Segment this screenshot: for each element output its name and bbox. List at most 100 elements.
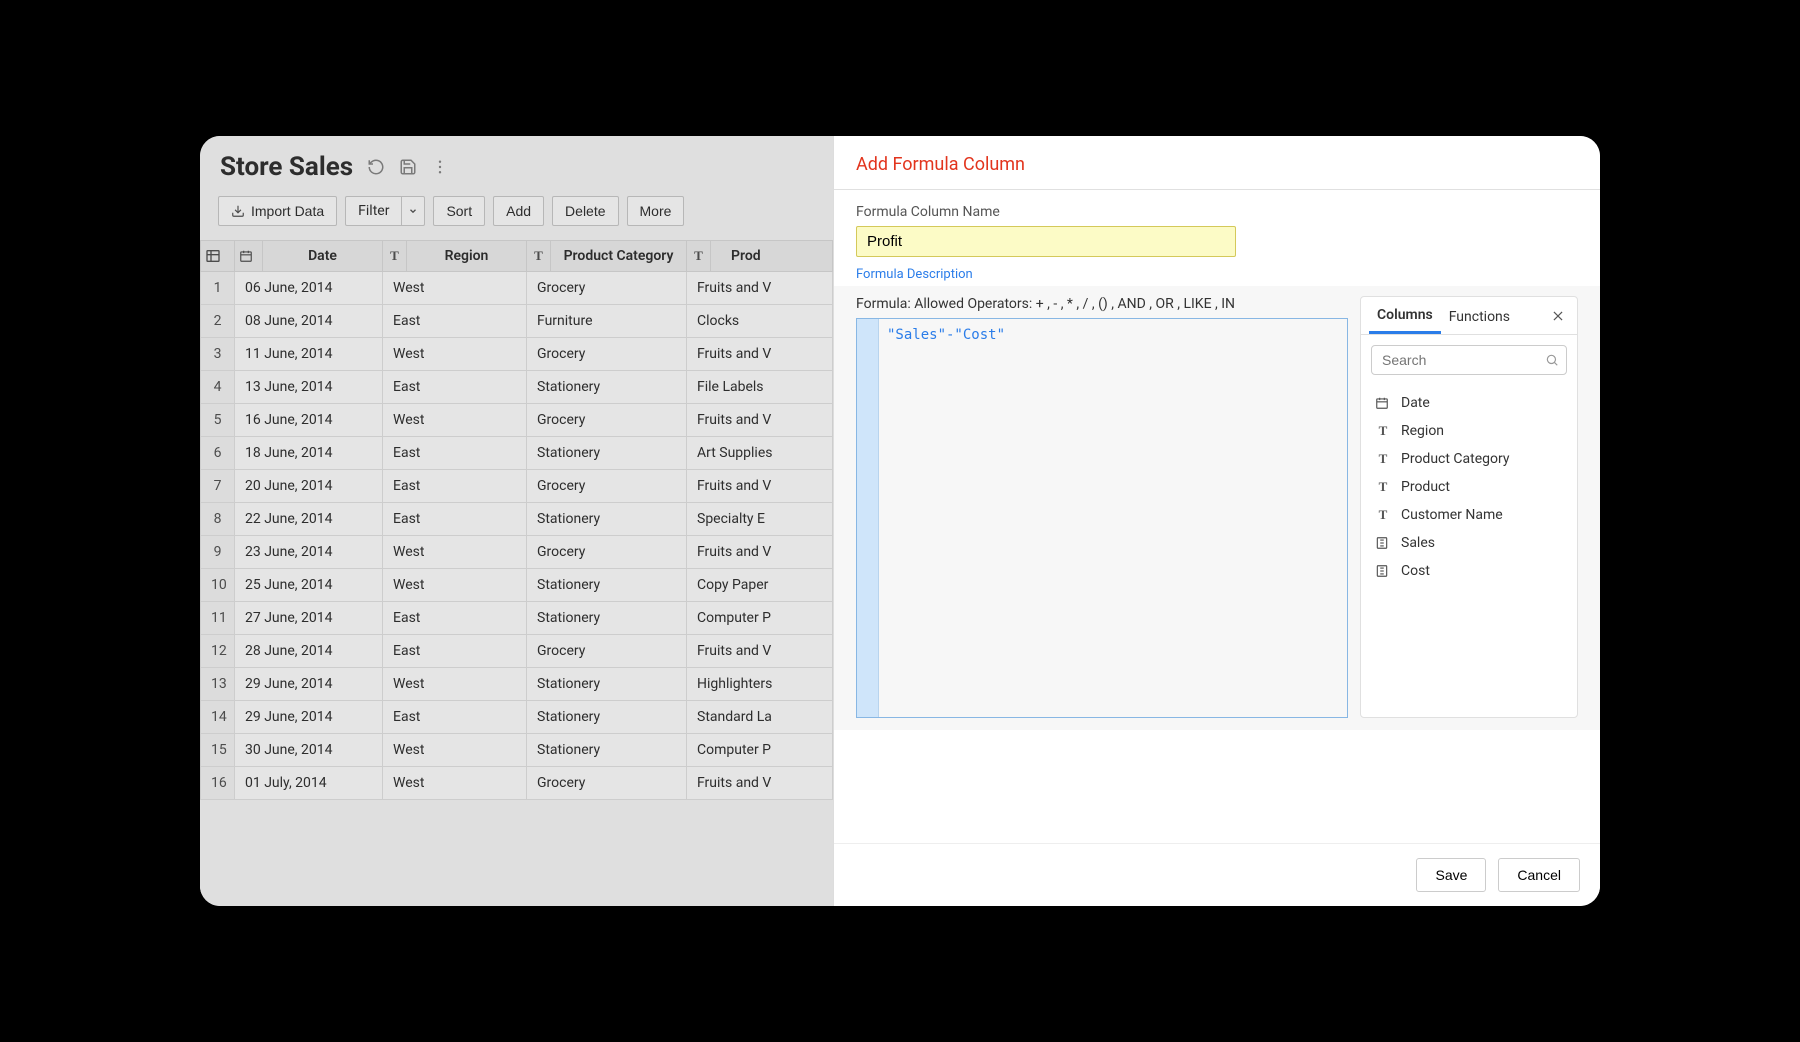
- formula-editor[interactable]: "Sales"-"Cost": [856, 318, 1348, 718]
- more-button[interactable]: More: [627, 196, 685, 226]
- cell-product[interactable]: Standard La: [687, 701, 833, 734]
- cell-category[interactable]: Stationery: [527, 734, 687, 767]
- cell-category[interactable]: Grocery: [527, 272, 687, 305]
- table-row[interactable]: 208 June, 2014EastFurnitureClocks: [201, 305, 833, 338]
- table-row[interactable]: 1228 June, 2014EastGroceryFruits and V: [201, 635, 833, 668]
- formula-description-link[interactable]: Formula Description: [856, 267, 973, 282]
- cell-category[interactable]: Grocery: [527, 338, 687, 371]
- table-row[interactable]: 311 June, 2014WestGroceryFruits and V: [201, 338, 833, 371]
- cell-category[interactable]: Stationery: [527, 602, 687, 635]
- cell-category[interactable]: Grocery: [527, 635, 687, 668]
- refresh-icon[interactable]: [367, 158, 385, 176]
- add-button[interactable]: Add: [493, 196, 544, 226]
- cell-date[interactable]: 25 June, 2014: [235, 569, 383, 602]
- cancel-button[interactable]: Cancel: [1498, 858, 1580, 892]
- cell-product[interactable]: Fruits and V: [687, 635, 833, 668]
- table-row[interactable]: 1601 July, 2014WestGroceryFruits and V: [201, 767, 833, 800]
- table-row[interactable]: 1429 June, 2014EastStationeryStandard La: [201, 701, 833, 734]
- cell-date[interactable]: 23 June, 2014: [235, 536, 383, 569]
- cell-region[interactable]: East: [383, 503, 527, 536]
- cell-region[interactable]: West: [383, 569, 527, 602]
- cell-category[interactable]: Stationery: [527, 668, 687, 701]
- column-item[interactable]: Sales: [1365, 529, 1573, 557]
- cell-region[interactable]: West: [383, 668, 527, 701]
- close-icon[interactable]: [1547, 305, 1569, 327]
- cell-region[interactable]: East: [383, 701, 527, 734]
- cell-date[interactable]: 22 June, 2014: [235, 503, 383, 536]
- column-item[interactable]: Cost: [1365, 557, 1573, 585]
- cell-date[interactable]: 30 June, 2014: [235, 734, 383, 767]
- cell-date[interactable]: 29 June, 2014: [235, 668, 383, 701]
- cell-region[interactable]: East: [383, 602, 527, 635]
- cell-product[interactable]: Highlighters: [687, 668, 833, 701]
- import-data-button[interactable]: Import Data: [218, 196, 337, 226]
- cell-date[interactable]: 16 June, 2014: [235, 404, 383, 437]
- table-row[interactable]: 516 June, 2014WestGroceryFruits and V: [201, 404, 833, 437]
- col-header-date[interactable]: Date: [263, 241, 383, 272]
- cell-category[interactable]: Stationery: [527, 569, 687, 602]
- col-header-product[interactable]: Prod: [711, 241, 833, 272]
- cell-category[interactable]: Grocery: [527, 404, 687, 437]
- table-row[interactable]: 822 June, 2014EastStationerySpecialty E: [201, 503, 833, 536]
- table-row[interactable]: 1127 June, 2014EastStationeryComputer P: [201, 602, 833, 635]
- cell-date[interactable]: 29 June, 2014: [235, 701, 383, 734]
- table-row[interactable]: 720 June, 2014EastGroceryFruits and V: [201, 470, 833, 503]
- cell-category[interactable]: Stationery: [527, 437, 687, 470]
- cell-category[interactable]: Stationery: [527, 371, 687, 404]
- cell-date[interactable]: 06 June, 2014: [235, 272, 383, 305]
- cell-category[interactable]: Grocery: [527, 767, 687, 800]
- delete-button[interactable]: Delete: [552, 196, 618, 226]
- cell-region[interactable]: East: [383, 635, 527, 668]
- cell-category[interactable]: Stationery: [527, 503, 687, 536]
- cell-date[interactable]: 28 June, 2014: [235, 635, 383, 668]
- table-row[interactable]: 923 June, 2014WestGroceryFruits and V: [201, 536, 833, 569]
- cell-product[interactable]: Clocks: [687, 305, 833, 338]
- cell-date[interactable]: 11 June, 2014: [235, 338, 383, 371]
- cell-region[interactable]: East: [383, 371, 527, 404]
- cell-category[interactable]: Furniture: [527, 305, 687, 338]
- cell-product[interactable]: Fruits and V: [687, 404, 833, 437]
- cell-category[interactable]: Grocery: [527, 536, 687, 569]
- cell-product[interactable]: Art Supplies: [687, 437, 833, 470]
- column-item[interactable]: TRegion: [1365, 417, 1573, 445]
- cell-product[interactable]: Computer P: [687, 602, 833, 635]
- tab-functions[interactable]: Functions: [1441, 299, 1518, 333]
- cell-product[interactable]: Fruits and V: [687, 470, 833, 503]
- cell-category[interactable]: Grocery: [527, 470, 687, 503]
- formula-name-input[interactable]: [856, 226, 1236, 257]
- filter-button[interactable]: Filter: [345, 196, 425, 226]
- cell-date[interactable]: 13 June, 2014: [235, 371, 383, 404]
- cell-date[interactable]: 08 June, 2014: [235, 305, 383, 338]
- cell-region[interactable]: West: [383, 767, 527, 800]
- cell-region[interactable]: West: [383, 734, 527, 767]
- cell-product[interactable]: Fruits and V: [687, 767, 833, 800]
- cell-product[interactable]: Fruits and V: [687, 272, 833, 305]
- save-icon[interactable]: [399, 158, 417, 176]
- chevron-down-icon[interactable]: [402, 197, 424, 225]
- cell-date[interactable]: 27 June, 2014: [235, 602, 383, 635]
- column-item[interactable]: TProduct: [1365, 473, 1573, 501]
- cell-region[interactable]: West: [383, 272, 527, 305]
- cell-date[interactable]: 18 June, 2014: [235, 437, 383, 470]
- cell-region[interactable]: West: [383, 338, 527, 371]
- column-item[interactable]: TCustomer Name: [1365, 501, 1573, 529]
- more-icon[interactable]: [431, 158, 449, 176]
- cell-region[interactable]: West: [383, 536, 527, 569]
- cell-region[interactable]: West: [383, 404, 527, 437]
- col-header-region[interactable]: Region: [407, 241, 527, 272]
- formula-text[interactable]: "Sales"-"Cost": [879, 319, 1347, 717]
- cell-product[interactable]: Computer P: [687, 734, 833, 767]
- cell-product[interactable]: File Labels: [687, 371, 833, 404]
- cell-region[interactable]: East: [383, 305, 527, 338]
- table-row[interactable]: 618 June, 2014EastStationeryArt Supplies: [201, 437, 833, 470]
- sort-button[interactable]: Sort: [433, 196, 485, 226]
- table-row[interactable]: 106 June, 2014WestGroceryFruits and V: [201, 272, 833, 305]
- tab-columns[interactable]: Columns: [1369, 297, 1441, 334]
- table-row[interactable]: 413 June, 2014EastStationeryFile Labels: [201, 371, 833, 404]
- col-header-product-category[interactable]: Product Category: [551, 241, 687, 272]
- cell-product[interactable]: Specialty E: [687, 503, 833, 536]
- save-button[interactable]: Save: [1416, 858, 1486, 892]
- cell-product[interactable]: Fruits and V: [687, 338, 833, 371]
- cell-product[interactable]: Fruits and V: [687, 536, 833, 569]
- cell-region[interactable]: East: [383, 437, 527, 470]
